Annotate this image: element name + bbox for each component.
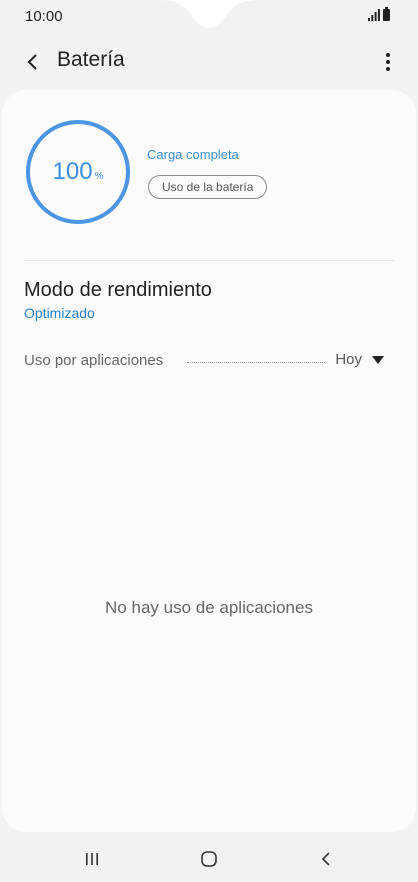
status-bar: 10:00 — [0, 0, 418, 32]
charge-status: Carga completa — [147, 147, 239, 162]
empty-usage-message: No hay uso de aplicaciones — [105, 598, 313, 617]
performance-mode-item[interactable]: Modo de rendimiento Optimizado — [24, 275, 394, 325]
dotted-leader — [187, 362, 325, 363]
divider — [24, 260, 394, 261]
period-dropdown[interactable]: Hoy — [335, 351, 384, 368]
performance-mode-title: Modo de rendimiento — [24, 279, 212, 301]
app-usage-label: Uso por aplicaciones — [24, 352, 164, 369]
more-vert-icon-dot — [386, 60, 390, 64]
recents-button[interactable] — [72, 844, 112, 874]
more-vert-icon-dot — [386, 53, 390, 57]
period-value: Hoy — [335, 351, 362, 368]
battery-usage-button[interactable]: Uso de la batería — [148, 175, 268, 199]
battery-percentage: 100 % — [25, 119, 131, 225]
recents-icon — [86, 853, 98, 865]
navigation-bar — [0, 836, 418, 882]
home-button[interactable] — [189, 844, 229, 874]
status-icons — [368, 7, 390, 21]
more-vert-icon-dot — [386, 67, 390, 71]
battery-percent-unit: % — [94, 170, 104, 182]
back-icon — [321, 852, 330, 866]
status-time: 10:00 — [25, 8, 63, 25]
nav-back-button[interactable] — [306, 844, 346, 874]
home-icon — [201, 851, 217, 867]
battery-percent-value: 100 — [52, 158, 93, 185]
app-bar: Batería — [0, 36, 418, 86]
dropdown-arrow-icon — [372, 355, 384, 364]
battery-icon — [383, 7, 390, 21]
page-title: Batería — [57, 48, 125, 71]
back-button[interactable] — [18, 47, 48, 77]
signal-icon — [368, 9, 380, 21]
app-usage-header: Uso por aplicaciones Hoy — [24, 351, 394, 372]
battery-card: 100 % Carga completa Uso de la batería M… — [2, 90, 416, 832]
performance-mode-value: Optimizado — [24, 305, 95, 321]
more-options-button[interactable] — [376, 47, 400, 77]
chevron-left-icon — [27, 54, 37, 70]
